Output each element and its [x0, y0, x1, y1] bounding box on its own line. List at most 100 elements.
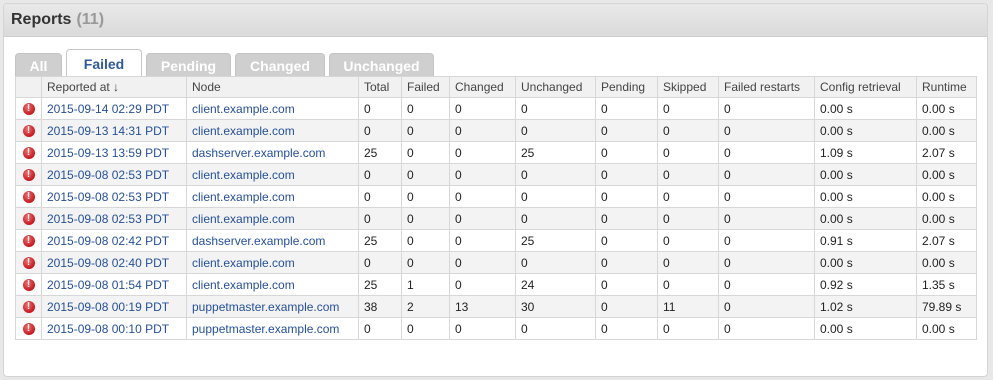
status-cell: !: [15, 295, 42, 318]
skipped-cell: 11: [657, 295, 719, 318]
reported-at-link[interactable]: 2015-09-08 01:54 PDT: [47, 278, 169, 292]
col-unchanged[interactable]: Unchanged: [515, 76, 596, 98]
failed-cell: 0: [401, 317, 450, 340]
status-cell: !: [15, 207, 42, 230]
changed-cell: 0: [449, 97, 516, 120]
tab-all[interactable]: All: [15, 53, 62, 77]
failed-restarts-cell: 0: [718, 295, 815, 318]
node-link[interactable]: client.example.com: [192, 256, 295, 270]
reported-at-link[interactable]: 2015-09-14 02:29 PDT: [47, 102, 169, 116]
pending-cell: 0: [595, 163, 658, 186]
skipped-cell: 0: [657, 141, 719, 164]
status-cell: !: [15, 251, 42, 274]
filter-tabs: All Failed Pending Changed Unchanged: [15, 49, 438, 77]
tab-failed[interactable]: Failed: [66, 49, 142, 77]
col-changed[interactable]: Changed: [449, 76, 516, 98]
node-link[interactable]: dashserver.example.com: [192, 146, 325, 160]
node-link[interactable]: client.example.com: [192, 168, 295, 182]
reported-at-link[interactable]: 2015-09-08 02:40 PDT: [47, 256, 169, 270]
reported-at-cell: 2015-09-08 02:53 PDT: [41, 207, 187, 230]
total-cell: 0: [358, 119, 402, 142]
col-pending[interactable]: Pending: [595, 76, 658, 98]
runtime-cell: 0.00 s: [916, 119, 977, 142]
node-cell: client.example.com: [186, 185, 359, 208]
node-cell: client.example.com: [186, 163, 359, 186]
table-row: ! 2015-09-14 02:29 PDT client.example.com 0…: [15, 97, 977, 120]
table-row: ! 2015-09-13 14:31 PDT client.example.com 0…: [15, 119, 977, 142]
unchanged-cell: 25: [515, 141, 596, 164]
tab-unchanged[interactable]: Unchanged: [329, 53, 434, 77]
failed-restarts-cell: 0: [718, 97, 815, 120]
reported-at-link[interactable]: 2015-09-08 02:53 PDT: [47, 212, 169, 226]
unchanged-cell: 0: [515, 185, 596, 208]
col-total[interactable]: Total: [358, 76, 402, 98]
reported-at-link[interactable]: 2015-09-08 00:10 PDT: [47, 322, 169, 336]
node-link[interactable]: puppetmaster.example.com: [192, 300, 339, 314]
col-node[interactable]: Node: [186, 76, 359, 98]
reported-at-cell: 2015-09-08 02:40 PDT: [41, 251, 187, 274]
node-cell: dashserver.example.com: [186, 229, 359, 252]
config-retrieval-cell: 0.00 s: [814, 163, 917, 186]
node-cell: client.example.com: [186, 273, 359, 296]
col-failed-restarts[interactable]: Failed restarts: [718, 76, 815, 98]
node-link[interactable]: dashserver.example.com: [192, 234, 325, 248]
reported-at-link[interactable]: 2015-09-08 02:53 PDT: [47, 190, 169, 204]
node-link[interactable]: client.example.com: [192, 278, 295, 292]
node-cell: puppetmaster.example.com: [186, 295, 359, 318]
status-cell: !: [15, 229, 42, 252]
node-link[interactable]: client.example.com: [192, 102, 295, 116]
skipped-cell: 0: [657, 273, 719, 296]
config-retrieval-cell: 0.00 s: [814, 97, 917, 120]
tab-changed[interactable]: Changed: [235, 53, 325, 77]
failed-cell: 0: [401, 163, 450, 186]
reports-table-wrap: Reported at ↓ Node Total Failed Changed …: [15, 76, 977, 340]
col-config-retrieval[interactable]: Config retrieval: [814, 76, 917, 98]
table-row: ! 2015-09-08 00:10 PDT puppetmaster.exampl…: [15, 317, 977, 340]
reported-at-link[interactable]: 2015-09-13 14:31 PDT: [47, 124, 169, 138]
node-link[interactable]: client.example.com: [192, 124, 295, 138]
reported-at-link[interactable]: 2015-09-08 00:19 PDT: [47, 300, 169, 314]
report-count: (11): [76, 11, 105, 28]
panel-header: Reports (11): [4, 4, 987, 37]
failed-cell: 0: [401, 229, 450, 252]
node-link[interactable]: client.example.com: [192, 212, 295, 226]
changed-cell: 0: [449, 119, 516, 142]
node-link[interactable]: client.example.com: [192, 190, 295, 204]
config-retrieval-cell: 0.00 s: [814, 119, 917, 142]
col-reported-at[interactable]: Reported at ↓: [41, 76, 187, 98]
total-cell: 25: [358, 273, 402, 296]
table-row: ! 2015-09-08 01:54 PDT client.example.com 2…: [15, 273, 977, 296]
error-icon: !: [22, 169, 35, 182]
reported-at-cell: 2015-09-08 02:53 PDT: [41, 163, 187, 186]
reported-at-cell: 2015-09-08 02:42 PDT: [41, 229, 187, 252]
error-icon: !: [22, 257, 35, 270]
total-cell: 0: [358, 317, 402, 340]
failed-restarts-cell: 0: [718, 207, 815, 230]
error-icon: !: [22, 323, 35, 336]
error-icon: !: [22, 147, 35, 160]
skipped-cell: 0: [657, 317, 719, 340]
node-link[interactable]: puppetmaster.example.com: [192, 322, 339, 336]
col-runtime[interactable]: Runtime: [916, 76, 977, 98]
col-failed[interactable]: Failed: [401, 76, 450, 98]
failed-restarts-cell: 0: [718, 273, 815, 296]
status-cell: !: [15, 119, 42, 142]
tab-pending[interactable]: Pending: [146, 53, 231, 77]
reported-at-link[interactable]: 2015-09-08 02:42 PDT: [47, 234, 169, 248]
col-skipped[interactable]: Skipped: [657, 76, 719, 98]
unchanged-cell: 24: [515, 273, 596, 296]
total-cell: 0: [358, 207, 402, 230]
pending-cell: 0: [595, 97, 658, 120]
failed-restarts-cell: 0: [718, 229, 815, 252]
unchanged-cell: 0: [515, 317, 596, 340]
reported-at-link[interactable]: 2015-09-13 13:59 PDT: [47, 146, 169, 160]
node-cell: dashserver.example.com: [186, 141, 359, 164]
failed-restarts-cell: 0: [718, 185, 815, 208]
error-icon: !: [22, 103, 35, 116]
pending-cell: 0: [595, 207, 658, 230]
pending-cell: 0: [595, 141, 658, 164]
changed-cell: 13: [449, 295, 516, 318]
reported-at-link[interactable]: 2015-09-08 02:53 PDT: [47, 168, 169, 182]
failed-cell: 0: [401, 207, 450, 230]
total-cell: 0: [358, 185, 402, 208]
